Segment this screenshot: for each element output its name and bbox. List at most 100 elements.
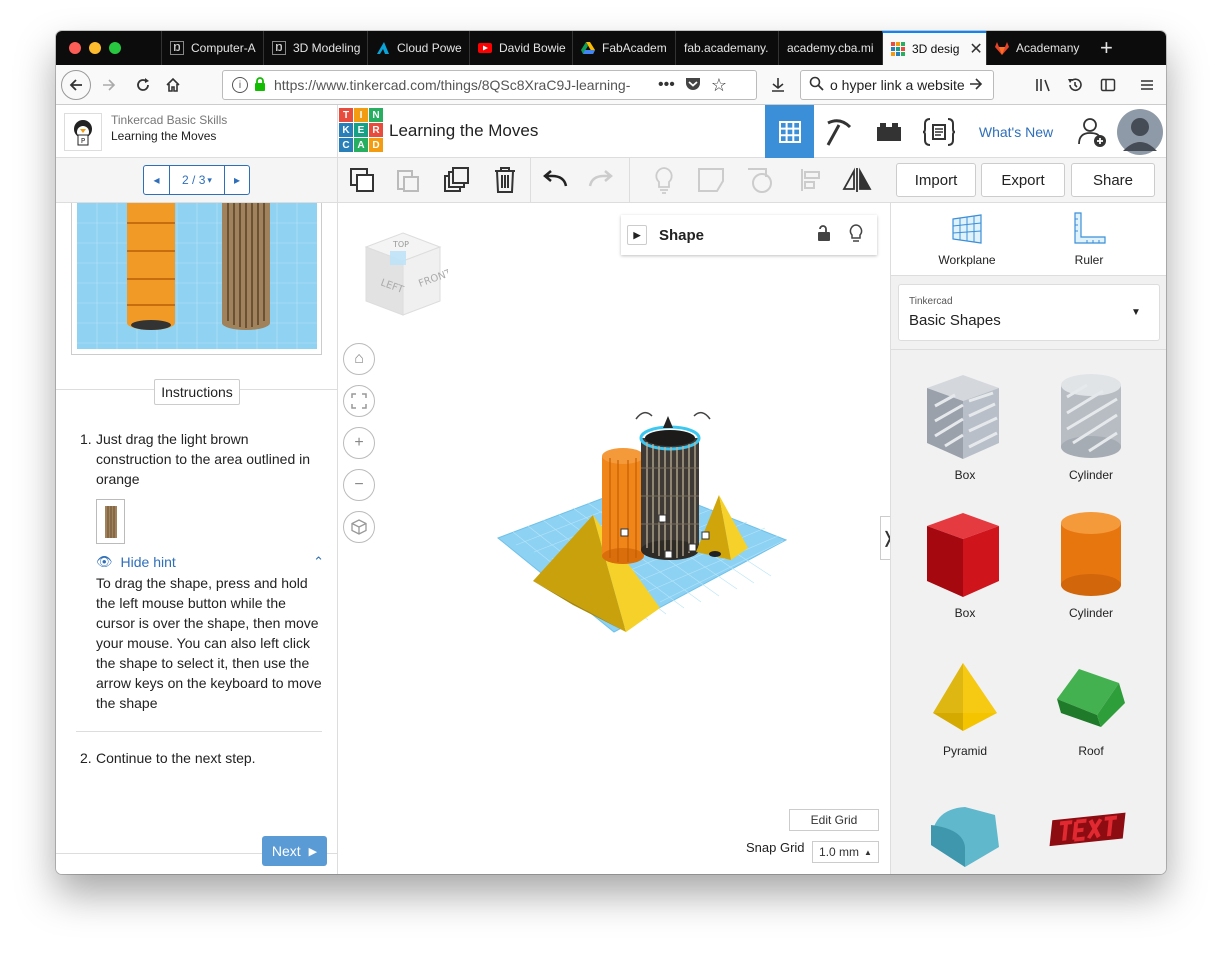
workplane-tool[interactable]: Workplane	[919, 211, 1015, 273]
view-cube[interactable]: TOP LEFT FRONT	[358, 229, 454, 319]
home-button[interactable]	[158, 70, 188, 100]
bookmark-star-icon[interactable]: ☆	[711, 75, 727, 96]
lightbulb-icon[interactable]	[849, 224, 863, 246]
google-drive-icon	[581, 41, 595, 55]
info-icon[interactable]: i	[232, 77, 248, 93]
tinkercad-logo[interactable]: T I N K E R C A D	[339, 108, 383, 154]
hide-hint-label: Hide hint	[120, 554, 176, 570]
tab-label: 3D desig	[912, 42, 960, 56]
prev-step-button[interactable]: ◂	[144, 166, 170, 194]
edit-grid-button[interactable]: Edit Grid	[789, 809, 879, 831]
shape-pyramid[interactable]: Pyramid	[905, 647, 1025, 767]
reload-icon	[137, 78, 149, 91]
shape-cylinder-orange[interactable]: Cylinder	[1031, 509, 1151, 629]
tab-david-bowie[interactable]: David Bowie	[469, 31, 572, 65]
unlock-icon[interactable]	[817, 225, 831, 245]
zoom-in-button[interactable]: +	[343, 427, 375, 459]
next-button[interactable]: Next ▶	[262, 836, 327, 866]
close-window-button[interactable]	[69, 42, 81, 54]
minecraft-view-button[interactable]	[814, 105, 864, 158]
mirror-button[interactable]	[840, 164, 874, 196]
whats-new-link[interactable]: What's New	[966, 105, 1066, 158]
tab-academy-cba[interactable]: academy.cba.mi	[778, 31, 882, 65]
hint-toggle[interactable]: 👁 Hide hint ⌃	[96, 552, 324, 572]
duplicate-button[interactable]	[440, 164, 474, 196]
search-bar[interactable]	[800, 70, 994, 100]
shape-cylinder-striped[interactable]: Cylinder	[1031, 371, 1151, 491]
workplane-shape-button[interactable]	[694, 164, 728, 196]
align-button[interactable]	[794, 164, 828, 196]
shape-library-select[interactable]: Tinkercad Basic Shapes ▼	[898, 284, 1160, 341]
close-tab-icon[interactable]: ✕	[969, 39, 982, 59]
shape-text[interactable]	[1031, 785, 1151, 874]
history-button[interactable]	[1060, 70, 1090, 100]
step-divider	[76, 731, 322, 732]
design-title[interactable]: Learning the Moves	[389, 121, 538, 141]
pocket-icon[interactable]	[685, 76, 701, 94]
chevron-up-icon[interactable]: ⌃	[313, 552, 324, 572]
shape-box-red[interactable]: Box	[905, 509, 1025, 629]
gitlab-icon	[995, 41, 1009, 55]
lesson-header: P Tinkercad Basic Skills Learning the Mo…	[56, 105, 338, 158]
add-user-button[interactable]	[1070, 105, 1114, 158]
paste-button[interactable]	[391, 164, 425, 196]
codeblocks-view-button[interactable]	[914, 105, 964, 158]
page-actions-icon[interactable]: •••	[658, 76, 675, 94]
next-step-button[interactable]: ▸	[224, 166, 249, 194]
home-view-button[interactable]: ⌂	[343, 343, 375, 375]
workplane-canvas[interactable]: TOP LEFT FRONT ⌂ + − ▶ Shape ❭ Edit Grid…	[338, 203, 896, 874]
menu-button[interactable]	[1132, 70, 1162, 100]
hole-button[interactable]	[743, 164, 777, 196]
expand-inspector-button[interactable]: ▶	[627, 225, 647, 245]
user-avatar[interactable]	[1116, 105, 1164, 158]
notes-button[interactable]	[647, 164, 681, 196]
tab-label: Computer-A	[191, 41, 256, 55]
tab-academany[interactable]: Academany	[986, 31, 1090, 65]
bricks-view-button[interactable]	[864, 105, 914, 158]
delete-button[interactable]	[488, 164, 522, 196]
page-select[interactable]: 2 / 3 ▾	[170, 166, 224, 194]
search-input[interactable]	[830, 77, 966, 93]
ortho-view-button[interactable]	[343, 511, 375, 543]
tab-computer-aided[interactable]: Ŋ Computer-A	[161, 31, 263, 65]
fit-view-button[interactable]	[343, 385, 375, 417]
copy-button[interactable]	[345, 164, 379, 196]
zoom-out-button[interactable]: −	[343, 469, 375, 501]
export-button[interactable]: Export	[981, 163, 1065, 197]
sidebar-toggle-button[interactable]	[1093, 70, 1123, 100]
tab-cloud-power[interactable]: Cloud Powe	[367, 31, 469, 65]
snap-grid-select[interactable]: 1.0 mm ▲	[812, 841, 879, 863]
tab-3d-design[interactable]: 3D desig ✕	[882, 31, 986, 65]
tab-label: fab.academany.	[684, 41, 769, 55]
library-button[interactable]	[1029, 70, 1059, 100]
downloads-button[interactable]	[763, 70, 793, 100]
redo-button[interactable]	[584, 164, 618, 196]
shape-roof[interactable]: Roof	[1031, 647, 1151, 767]
tab-fab-academany[interactable]: fab.academany.	[675, 31, 778, 65]
tab-3d-modeling[interactable]: Ŋ 3D Modeling	[263, 31, 367, 65]
forward-button[interactable]	[94, 70, 124, 100]
3d-design-view-button[interactable]	[765, 105, 814, 158]
import-button[interactable]: Import	[896, 163, 976, 197]
fit-view-icon	[351, 393, 367, 409]
back-button[interactable]	[61, 70, 91, 100]
reload-button[interactable]	[128, 70, 158, 100]
share-button[interactable]: Share	[1071, 163, 1155, 197]
url-bar[interactable]: i https://www.tinkercad.com/things/8QSc8…	[222, 70, 757, 100]
step-number: 2.	[80, 750, 92, 766]
tab-fabacademy[interactable]: FabAcadem	[572, 31, 675, 65]
shape-box-striped[interactable]: Box	[905, 371, 1025, 491]
sidebar-icon	[1100, 78, 1116, 92]
ruler-tool[interactable]: Ruler	[1041, 211, 1137, 273]
minimize-window-button[interactable]	[89, 42, 101, 54]
lesson-pager: ◂ 2 / 3 ▾ ▸	[143, 165, 250, 195]
library-divider	[891, 349, 1166, 350]
dropdown-caret-icon: ▼	[1131, 307, 1141, 318]
navigation-bar: i https://www.tinkercad.com/things/8QSc8…	[56, 65, 1166, 105]
undo-button[interactable]	[538, 164, 572, 196]
new-tab-button[interactable]: +	[1100, 35, 1113, 61]
go-arrow-icon[interactable]	[968, 76, 984, 95]
shape-half-cylinder[interactable]	[905, 785, 1025, 874]
cube-icon	[351, 519, 367, 535]
zoom-window-button[interactable]	[109, 42, 121, 54]
